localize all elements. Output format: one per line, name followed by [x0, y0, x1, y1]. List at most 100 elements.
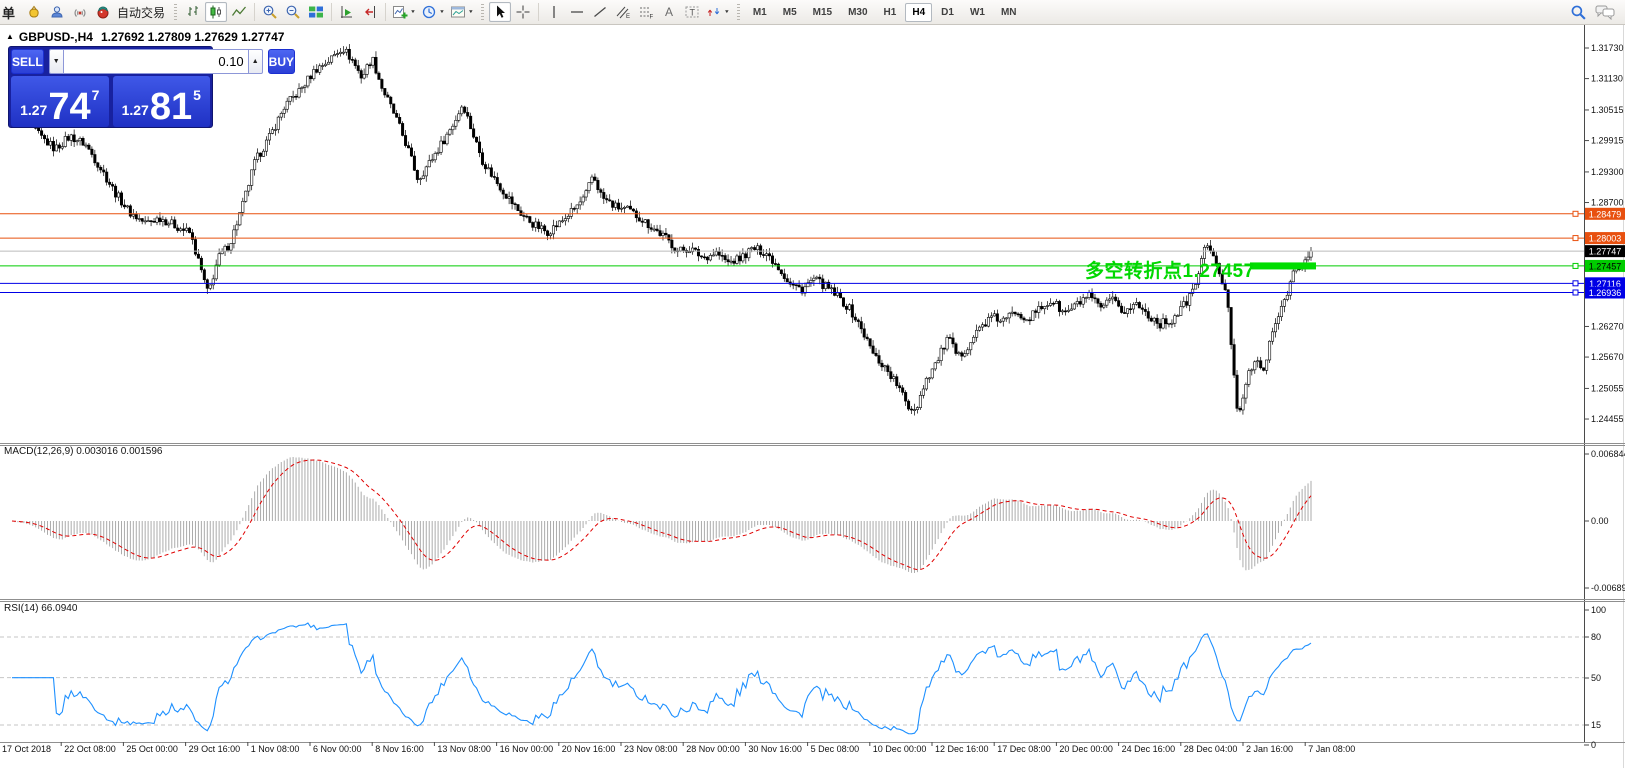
level-line-1.26936[interactable]: 1.26936: [0, 286, 1625, 298]
pivot-annotation-bar[interactable]: [1250, 262, 1316, 269]
svg-text:30 Nov 16:00: 30 Nov 16:00: [748, 744, 802, 754]
equidistant-channel-icon[interactable]: E: [612, 2, 634, 22]
level-line-1.27747[interactable]: 1.27747: [0, 245, 1625, 257]
chevron-down-icon: ▼: [724, 10, 730, 15]
chart-shift-icon[interactable]: [359, 2, 381, 22]
volume-increase-button[interactable]: ▲: [248, 49, 263, 74]
line-chart-icon[interactable]: [228, 2, 250, 22]
svg-text:24 Dec 16:00: 24 Dec 16:00: [1122, 744, 1176, 754]
periods-icon[interactable]: ▼: [419, 2, 447, 22]
trade-panel-top-row: SELL ▼ ▲ BUY: [11, 49, 210, 74]
svg-text:2 Jan 16:00: 2 Jan 16:00: [1246, 744, 1293, 754]
svg-text:1 Nov 08:00: 1 Nov 08:00: [251, 744, 300, 754]
indicators-icon[interactable]: ▼: [390, 2, 418, 22]
timeframe-M30[interactable]: M30: [841, 3, 874, 22]
profile-icon[interactable]: [46, 2, 68, 22]
svg-text:23 Nov 08:00: 23 Nov 08:00: [624, 744, 678, 754]
chevron-down-icon: ▼: [468, 10, 474, 15]
volume-input[interactable]: [64, 49, 248, 74]
chart-frame: [0, 25, 1625, 768]
zoom-in-icon: [262, 4, 278, 20]
chevron-down-icon: ▼: [410, 10, 416, 15]
text-icon[interactable]: A: [658, 2, 680, 22]
timeframe-MN[interactable]: MN: [994, 3, 1024, 22]
volume-decrease-button[interactable]: ▼: [49, 49, 64, 74]
cursor-icon[interactable]: [489, 2, 511, 22]
chart-canvas[interactable]: 1.284791.280031.277471.274571.271161.269…: [0, 0, 1625, 768]
buy-price[interactable]: 1.27815: [113, 76, 211, 127]
templates-icon[interactable]: ▼: [448, 2, 476, 22]
sell-price[interactable]: 1.27747: [11, 76, 109, 127]
arrows-icon: [706, 4, 722, 20]
svg-text:17 Dec 08:00: 17 Dec 08:00: [997, 744, 1051, 754]
search-icon[interactable]: [1570, 4, 1587, 21]
svg-text:12 Dec 16:00: 12 Dec 16:00: [935, 744, 989, 754]
timeframe-D1[interactable]: D1: [934, 3, 961, 22]
svg-text:-0.00689: -0.00689: [1591, 583, 1625, 593]
toolbar-separator: [538, 3, 539, 21]
candlestick-chart-icon[interactable]: [205, 2, 227, 22]
clock-icon: [421, 4, 437, 20]
timeframe-H4[interactable]: H4: [905, 3, 932, 22]
zoom-out-icon: [285, 4, 301, 20]
one-click-trading-panel: SELL ▼ ▲ BUY 1.27747 1.27815: [8, 46, 213, 128]
svg-text:0.00: 0.00: [1591, 516, 1609, 526]
fibonacci-icon: F: [638, 4, 654, 20]
signal-icon[interactable]: [69, 2, 91, 22]
rsi-levels: [0, 637, 1584, 725]
svg-text:1.28700: 1.28700: [1591, 198, 1624, 208]
wallet-icon[interactable]: [23, 2, 45, 22]
indicators-icon: [392, 4, 408, 20]
zoom-in-icon[interactable]: [259, 2, 281, 22]
bar-chart-icon[interactable]: [182, 2, 204, 22]
fibonacci-icon[interactable]: F: [635, 2, 657, 22]
crosshair-icon[interactable]: [512, 2, 534, 22]
chat-icon[interactable]: [1595, 4, 1615, 20]
timeframe-W1[interactable]: W1: [963, 3, 992, 22]
horizontal-line-icon[interactable]: [566, 2, 588, 22]
vertical-line-icon[interactable]: [543, 2, 565, 22]
trendline-icon[interactable]: [589, 2, 611, 22]
trade-panel-price-row: 1.27747 1.27815: [11, 76, 210, 127]
time-axis[interactable]: 17 Oct 201822 Oct 08:0025 Oct 00:0029 Oc…: [2, 742, 1355, 754]
svg-text:10 Dec 00:00: 10 Dec 00:00: [873, 744, 927, 754]
timeframe-M5[interactable]: M5: [776, 3, 804, 22]
svg-text:1.28479: 1.28479: [1589, 209, 1622, 219]
svg-text:A: A: [665, 5, 673, 19]
arrows-icon[interactable]: ▼: [704, 2, 732, 22]
timeframe-M15[interactable]: M15: [806, 3, 839, 22]
buy-button[interactable]: BUY: [268, 49, 295, 74]
new-order-button[interactable]: 单: [0, 2, 22, 22]
autotrade-icon: [95, 4, 111, 20]
text-label-icon[interactable]: T: [681, 2, 703, 22]
level-line-1.28003[interactable]: 1.28003: [0, 232, 1625, 244]
sell-button[interactable]: SELL: [11, 49, 44, 74]
svg-text:1.29300: 1.29300: [1591, 167, 1624, 177]
collapse-arrow-icon[interactable]: ▲: [6, 32, 14, 41]
equidistant-channel-icon: E: [615, 4, 631, 20]
auto-scroll-icon: [339, 4, 355, 20]
svg-text:1.27747: 1.27747: [1589, 247, 1622, 257]
autotrade-icon[interactable]: [92, 2, 114, 22]
svg-text:17 Oct 2018: 17 Oct 2018: [2, 744, 51, 754]
svg-text:E: E: [626, 14, 630, 20]
svg-text:1.28003: 1.28003: [1589, 234, 1622, 244]
svg-text:1.25055: 1.25055: [1591, 383, 1624, 393]
pivot-annotation-text[interactable]: 多空转折点1.27457: [1085, 256, 1255, 283]
svg-text:F: F: [649, 15, 653, 21]
candlestick-chart-icon: [208, 4, 224, 20]
zoom-out-icon[interactable]: [282, 2, 304, 22]
trendline-icon: [592, 4, 608, 20]
level-line-1.27457[interactable]: 1.27457: [0, 260, 1625, 272]
autotrade-label: 自动交易: [117, 4, 165, 21]
timeframe-M1[interactable]: M1: [746, 3, 774, 22]
svg-text:T: T: [689, 8, 695, 18]
timeframe-H1[interactable]: H1: [877, 3, 904, 22]
auto-scroll-icon[interactable]: [336, 2, 358, 22]
templates-icon: [450, 4, 466, 20]
toolbar: 单 自动交易 ▼ ▼ ▼: [0, 0, 1625, 25]
toolbar-separator: [254, 3, 255, 21]
vertical-line-icon: [546, 4, 562, 20]
rsi-label: RSI(14) 66.0940: [4, 603, 77, 614]
tile-windows-icon[interactable]: [305, 2, 327, 22]
